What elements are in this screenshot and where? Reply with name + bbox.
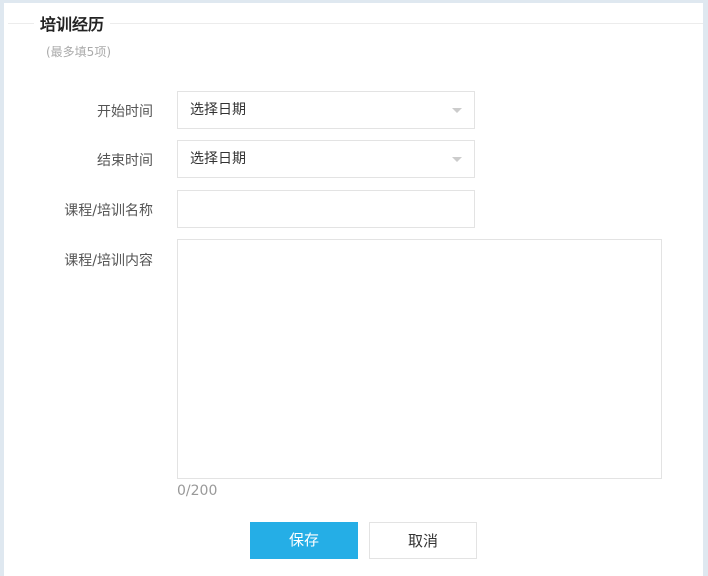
end-date-placeholder: 选择日期 bbox=[190, 151, 246, 167]
section-divider bbox=[8, 23, 703, 24]
caret-down-icon bbox=[452, 157, 462, 162]
save-button[interactable]: 保存 bbox=[250, 522, 358, 559]
start-date-picker[interactable]: 选择日期 bbox=[177, 91, 475, 129]
section-title: 培训经历 bbox=[34, 11, 111, 35]
course-name-label: 课程/培训名称 bbox=[64, 203, 153, 219]
cancel-button[interactable]: 取消 bbox=[369, 522, 477, 559]
caret-down-icon bbox=[452, 108, 462, 113]
end-time-label: 结束时间 bbox=[97, 153, 153, 169]
course-name-input[interactable] bbox=[177, 190, 475, 228]
end-date-picker[interactable]: 选择日期 bbox=[177, 140, 475, 178]
course-content-textarea[interactable] bbox=[177, 239, 662, 479]
char-counter: 0/200 bbox=[177, 483, 218, 499]
course-content-label: 课程/培训内容 bbox=[64, 253, 153, 269]
section-hint: (最多填5项) bbox=[46, 45, 111, 59]
training-panel: 培训经历 (最多填5项) 开始时间 选择日期 结束时间 选择日期 课程/培训名称… bbox=[4, 3, 703, 576]
start-time-label: 开始时间 bbox=[97, 104, 153, 120]
start-date-placeholder: 选择日期 bbox=[190, 102, 246, 118]
